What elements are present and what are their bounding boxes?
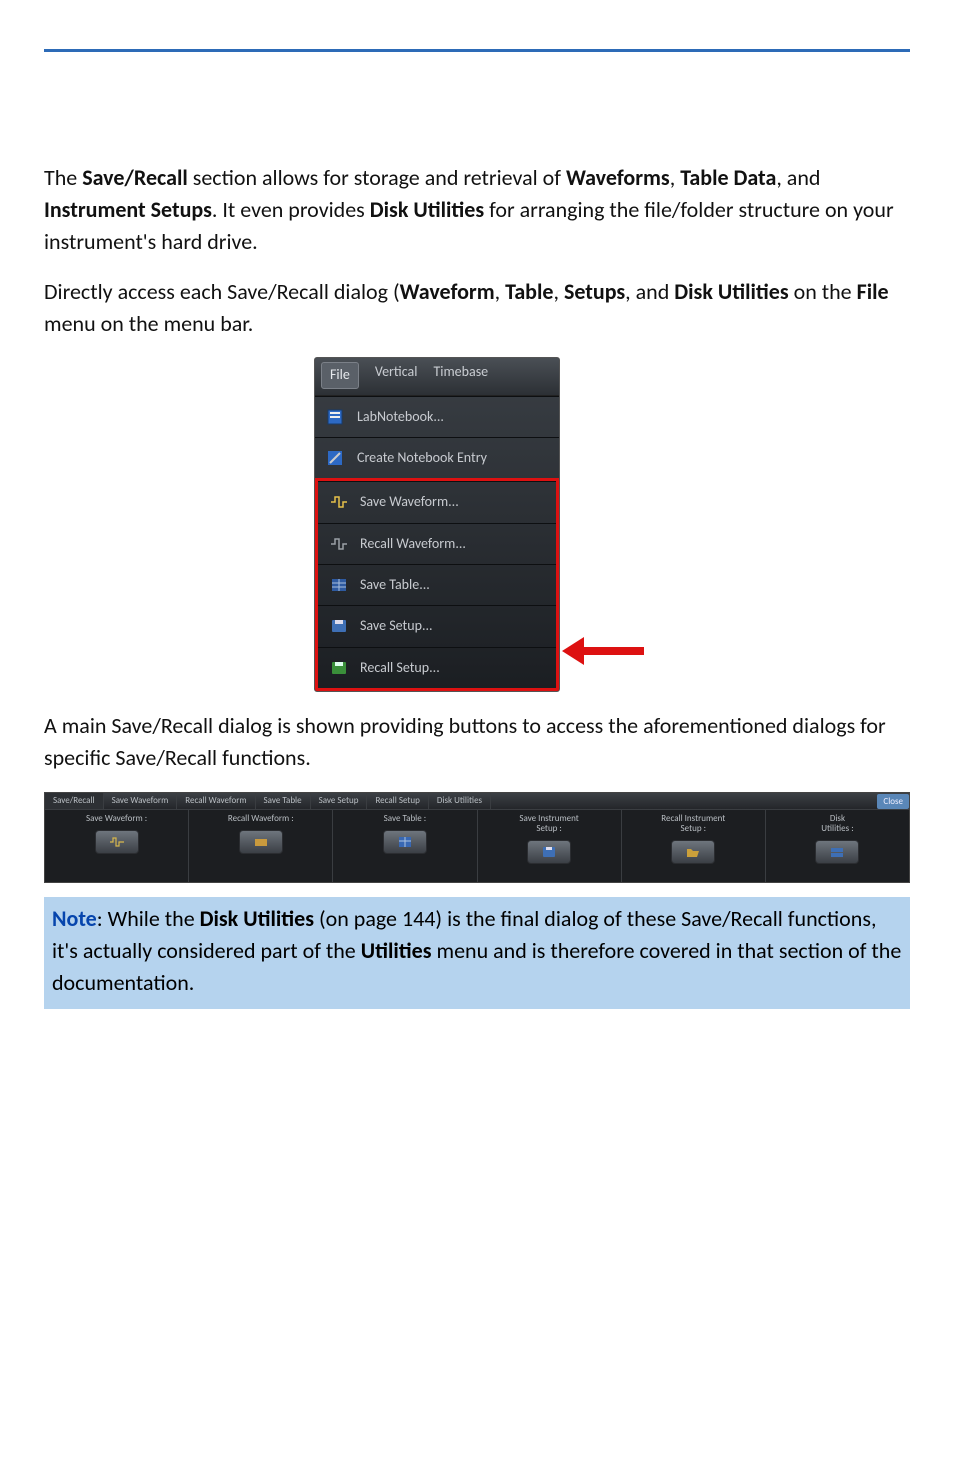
bold-setups: Setups (564, 278, 625, 305)
group-label: Disk Utilities : (821, 814, 853, 834)
paragraph-main-dialog: A main Save/Recall dialog is shown provi… (44, 710, 910, 774)
header-rule (44, 24, 910, 52)
save-waveform-icon (109, 835, 125, 849)
text: on the (789, 278, 857, 305)
group-label: Save Instrument Setup : (519, 814, 578, 834)
bold-table: Table (505, 278, 553, 305)
text: Directly access each Save/Recall dialog … (44, 278, 400, 305)
text: , (553, 278, 563, 305)
save-table-icon (328, 575, 350, 595)
menubar: File Vertical Timebase (315, 358, 559, 395)
save-table-button[interactable] (383, 830, 427, 854)
bold-disk-utilities: Disk Utilities (370, 196, 484, 223)
group-label: Save Table : (384, 814, 427, 824)
bold-waveforms: Waveforms (566, 164, 670, 191)
text: : While the (97, 905, 200, 932)
tab-save-recall[interactable]: Save/Recall (45, 793, 104, 810)
menu-item-create-entry[interactable]: Create Notebook Entry (315, 437, 559, 478)
text: , and (776, 164, 820, 191)
menu-item-label: LabNotebook... (357, 407, 444, 427)
menubar-file[interactable]: File (321, 362, 359, 388)
paragraph-save-recall-intro: The Save/Recall section allows for stora… (44, 162, 910, 258)
group-recall-instrument-setup: Recall Instrument Setup : (622, 810, 766, 882)
text: section allows for storage and retrieval… (188, 164, 566, 191)
recall-waveform-icon (253, 835, 269, 849)
tab-recall-setup[interactable]: Recall Setup (367, 793, 428, 810)
document-page: The Save/Recall section allows for stora… (0, 0, 954, 1069)
menu-item-label: Save Table... (360, 575, 430, 595)
menu-item-save-waveform[interactable]: Save Waveform... (318, 481, 556, 522)
tab-save-waveform[interactable]: Save Waveform (104, 793, 178, 810)
group-save-waveform: Save Waveform : (45, 810, 189, 882)
save-table-icon (397, 835, 413, 849)
group-label: Recall Waveform : (228, 814, 294, 824)
dialog-body: Save Waveform : Recall Waveform : Save T… (45, 810, 909, 882)
text: , (495, 278, 505, 305)
menu-item-label: Save Setup... (360, 616, 433, 636)
menu-item-recall-setup[interactable]: Recall Setup... (318, 647, 556, 688)
text: The (44, 164, 82, 191)
floppy-icon (541, 845, 557, 859)
bold-table-data: Table Data (680, 164, 776, 191)
group-label: Save Waveform : (86, 814, 147, 824)
menu-item-label: Recall Waveform... (360, 534, 466, 554)
menu-item-labnotebook[interactable]: LabNotebook... (315, 396, 559, 437)
bold-disk-utilities-3: Disk Utilities (200, 905, 314, 932)
bold-disk-utilities-2: Disk Utilities (674, 278, 788, 305)
pencil-notebook-icon (325, 448, 347, 468)
highlight-box: Save Waveform... Recall Waveform... Save… (315, 478, 559, 690)
menu-item-label: Recall Setup... (360, 658, 440, 678)
menu-item-recall-waveform[interactable]: Recall Waveform... (318, 523, 556, 564)
menu-item-label: Create Notebook Entry (357, 448, 487, 468)
menubar-timebase[interactable]: Timebase (433, 362, 488, 388)
bold-file: File (857, 278, 889, 305)
close-button[interactable]: Close (877, 794, 909, 809)
save-waveform-icon (328, 492, 350, 512)
tab-recall-waveform[interactable]: Recall Waveform (177, 793, 255, 810)
tab-save-table[interactable]: Save Table (256, 793, 311, 810)
file-menu-window: File Vertical Timebase LabNotebook... Cr… (314, 357, 560, 691)
text: . It even provides (212, 196, 370, 223)
menu-item-label: Save Waveform... (360, 492, 459, 512)
disk-utilities-icon (829, 845, 845, 859)
group-disk-utilities: Disk Utilities : (766, 810, 909, 882)
recall-setup-icon (328, 658, 350, 678)
group-recall-waveform: Recall Waveform : (189, 810, 333, 882)
note-box: Note: While the Disk Utilities (on page … (44, 897, 910, 1009)
bold-instrument-setups: Instrument Setups (44, 196, 212, 223)
save-instrument-setup-button[interactable] (527, 840, 571, 864)
paragraph-direct-access: Directly access each Save/Recall dialog … (44, 276, 910, 340)
disk-utilities-button[interactable] (815, 840, 859, 864)
save-setup-icon (328, 616, 350, 636)
menubar-vertical[interactable]: Vertical (375, 362, 418, 388)
menu-item-save-table[interactable]: Save Table... (318, 564, 556, 605)
bold-utilities: Utilities (361, 937, 432, 964)
text: , (670, 164, 680, 191)
group-label: Recall Instrument Setup : (661, 814, 725, 834)
text: menu on the menu bar. (44, 310, 253, 337)
note-lead: Note (52, 905, 97, 932)
tab-save-setup[interactable]: Save Setup (311, 793, 368, 810)
folder-open-icon (685, 845, 701, 859)
save-waveform-button[interactable] (95, 830, 139, 854)
text: , and (625, 278, 674, 305)
recall-waveform-button[interactable] (239, 830, 283, 854)
red-arrow-icon (562, 637, 644, 665)
bold-waveform: Waveform (400, 278, 495, 305)
figure-file-menu: File Vertical Timebase LabNotebook... Cr… (314, 357, 640, 691)
figure-save-recall-dialog: Close Save/Recall Save Waveform Recall W… (44, 792, 910, 884)
bold-save-recall: Save/Recall (82, 164, 188, 191)
recall-waveform-icon (328, 534, 350, 554)
notebook-icon (325, 407, 347, 427)
tab-disk-utilities[interactable]: Disk Utilities (429, 793, 491, 810)
recall-instrument-setup-button[interactable] (671, 840, 715, 864)
dialog-tabs: Save/Recall Save Waveform Recall Wavefor… (45, 793, 909, 811)
menu-item-save-setup[interactable]: Save Setup... (318, 605, 556, 646)
group-save-table: Save Table : (333, 810, 477, 882)
group-save-instrument-setup: Save Instrument Setup : (478, 810, 622, 882)
